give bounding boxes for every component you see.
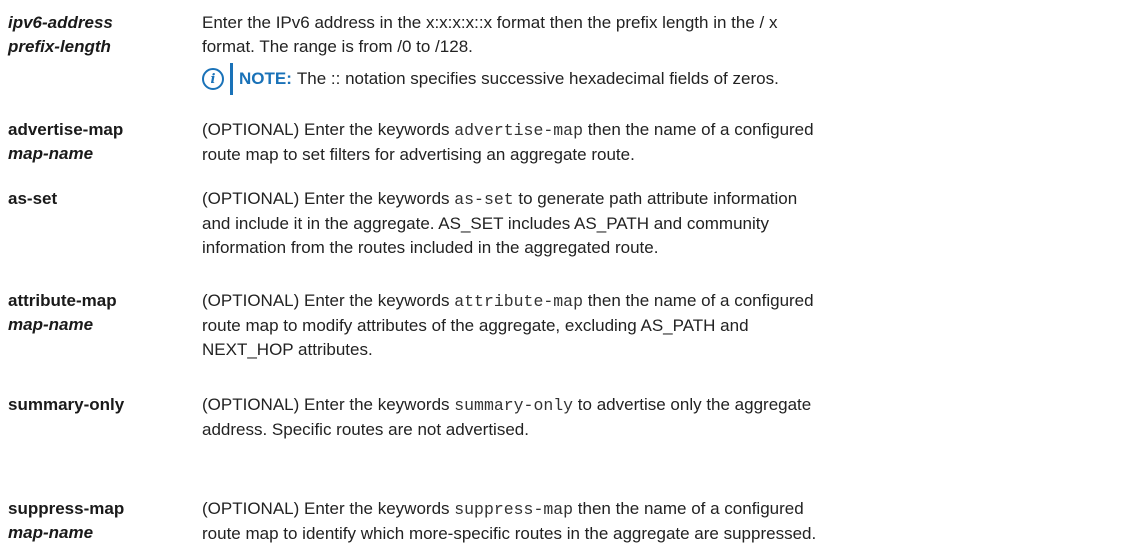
parameter-row-advertise-map: advertise-map map-name (OPTIONAL) Enter … [0,118,1139,178]
description-line: route map to modify attributes of the ag… [202,314,1132,338]
parameter-description: (OPTIONAL) Enter the keywords attribute-… [202,289,1132,362]
description-text: to advertise only the aggregate [573,395,812,414]
parameter-row-suppress-map: suppress-map map-name (OPTIONAL) Enter t… [0,497,1139,553]
description-text: (OPTIONAL) Enter the keywords [202,120,455,139]
description-text: (OPTIONAL) Enter the keywords [202,499,455,518]
description-text: NEXT_HOP attributes. [202,340,373,359]
keyword-code: attribute-map [454,292,583,311]
parameter-name: attribute-map map-name [8,289,188,337]
description-line: NEXT_HOP attributes. [202,338,1132,362]
parameter-keyword: advertise-map [8,120,124,139]
description-text: (OPTIONAL) Enter the keywords [202,291,455,310]
parameter-name: as-set [8,187,188,211]
parameter-variable: map-name [8,523,94,542]
parameter-description: (OPTIONAL) Enter the keywords summary-on… [202,393,1132,442]
parameter-row-ipv6-address: ipv6-address prefix-length Enter the IPv… [0,11,1139,121]
info-icon: i [202,68,224,90]
note-text: The :: notation specifies successive hex… [296,69,779,88]
description-text: and include it in the aggregate. AS_SET … [202,214,770,233]
parameter-description: (OPTIONAL) Enter the keywords advertise-… [202,118,1132,167]
description-text: (OPTIONAL) Enter the keywords [202,395,455,414]
description-text: address. Specific routes are not adverti… [202,420,529,439]
description-line: (OPTIONAL) Enter the keywords summary-on… [202,393,1132,418]
description-text: format. The range is from /0 to /128. [202,37,473,56]
parameter-table: ipv6-address prefix-length Enter the IPv… [0,0,1139,553]
description-text: then the name of a configured [573,499,804,518]
description-line: address. Specific routes are not adverti… [202,418,1132,442]
parameter-name: advertise-map map-name [8,118,188,166]
parameter-variable: map-name [8,315,94,334]
keyword-code: advertise-map [454,121,583,140]
description-text: route map to modify attributes of the ag… [202,316,749,335]
description-text: then the name of a configured [582,120,814,139]
description-text: (OPTIONAL) Enter the keywords [202,189,455,208]
parameter-row-as-set: as-set (OPTIONAL) Enter the keywords as-… [0,187,1139,267]
description-line: Enter the IPv6 address in the x:x:x:x::x… [202,11,1132,35]
description-text: to generate path attribute information [513,189,798,208]
keyword-code: summary-only [454,396,574,415]
parameter-keyword: as-set [8,189,58,208]
parameter-name: summary-only [8,393,188,417]
description-text: Enter the IPv6 address in the x:x:x:x::x… [202,13,778,32]
description-line: (OPTIONAL) Enter the keywords advertise-… [202,118,1132,143]
description-line: route map to set filters for advertising… [202,143,1132,167]
note-callout: i NOTE: The :: notation specifies succes… [202,63,779,95]
description-line: format. The range is from /0 to /128. [202,35,1132,59]
parameter-keyword: suppress-map [8,499,125,518]
description-line: route map to identify which more-specifi… [202,522,1132,546]
description-text: route map to identify which more-specifi… [202,524,817,543]
description-line: (OPTIONAL) Enter the keywords as-set to … [202,187,1132,212]
parameter-variable: map-name [8,144,94,163]
description-line: information from the routes included in … [202,236,1132,260]
parameter-description: Enter the IPv6 address in the x:x:x:x::x… [202,11,1132,59]
description-text: then the name of a configured [582,291,814,310]
note-label: NOTE: [239,69,292,88]
note-divider [230,63,233,95]
description-text: information from the routes included in … [202,238,659,257]
parameter-keyword: ipv6-address [8,13,113,32]
parameter-keyword: summary-only [8,395,125,414]
description-line: (OPTIONAL) Enter the keywords attribute-… [202,289,1132,314]
parameter-name: suppress-map map-name [8,497,188,545]
parameter-variable: prefix-length [8,37,111,56]
keyword-code: as-set [454,190,514,209]
parameter-description: (OPTIONAL) Enter the keywords as-set to … [202,187,1132,260]
keyword-code: suppress-map [454,500,574,519]
parameter-row-attribute-map: attribute-map map-name (OPTIONAL) Enter … [0,289,1139,369]
description-text: route map to set filters for advertising… [202,145,635,164]
parameter-keyword: attribute-map [8,291,117,310]
parameter-row-summary-only: summary-only (OPTIONAL) Enter the keywor… [0,393,1139,453]
description-line: (OPTIONAL) Enter the keywords suppress-m… [202,497,1132,522]
parameter-description: (OPTIONAL) Enter the keywords suppress-m… [202,497,1132,546]
parameter-name: ipv6-address prefix-length [8,11,188,59]
description-line: and include it in the aggregate. AS_SET … [202,212,1132,236]
